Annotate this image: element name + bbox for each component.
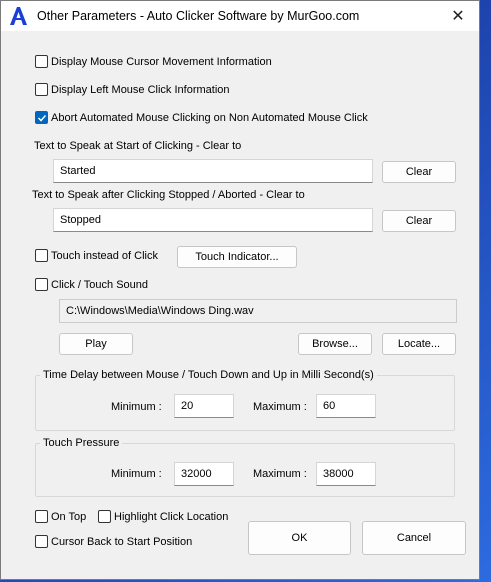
clear-start-button[interactable]: Clear (382, 161, 456, 183)
window-title: Other Parameters - Auto Clicker Software… (37, 9, 360, 23)
checkbox-label: Cursor Back to Start Position (51, 535, 193, 548)
touch-instead-checkbox[interactable]: Touch instead of Click (35, 249, 158, 262)
highlight-click-checkbox[interactable]: Highlight Click Location (98, 510, 228, 523)
on-top-checkbox[interactable]: On Top (35, 510, 86, 523)
delay-max-input[interactable]: 60 (316, 394, 376, 418)
speak-stop-input[interactable]: Stopped (53, 208, 373, 232)
checkbox-box[interactable] (35, 510, 48, 523)
checkbox-box[interactable] (35, 83, 48, 96)
checkbox-box[interactable] (35, 278, 48, 291)
cancel-button[interactable]: Cancel (362, 521, 466, 555)
checkbox-label: Touch instead of Click (51, 249, 158, 262)
checkbox-label: Display Mouse Cursor Movement Informatio… (51, 55, 272, 68)
speak-stop-label: Text to Speak after Clicking Stopped / A… (32, 189, 305, 201)
pressure-min-label: Minimum : (111, 468, 162, 480)
checkmark-icon (37, 114, 46, 122)
touch-indicator-button[interactable]: Touch Indicator... (177, 246, 297, 268)
pressure-max-label: Maximum : (253, 468, 307, 480)
app-logo-icon (10, 7, 27, 25)
checkbox-box[interactable] (35, 535, 48, 548)
touch-pressure-title: Touch Pressure (40, 437, 123, 449)
abort-on-non-automated-checkbox[interactable]: Abort Automated Mouse Clicking on Non Au… (35, 111, 368, 124)
delay-min-input[interactable]: 20 (174, 394, 234, 418)
play-button[interactable]: Play (59, 333, 133, 355)
click-touch-sound-checkbox[interactable]: Click / Touch Sound (35, 278, 148, 291)
close-icon: ✕ (451, 8, 465, 25)
touch-pressure-group (35, 443, 455, 497)
checkbox-label: Abort Automated Mouse Clicking on Non Au… (51, 111, 368, 124)
dialog-window: Other Parameters - Auto Clicker Software… (0, 0, 480, 580)
time-delay-title: Time Delay between Mouse / Touch Down an… (40, 369, 377, 381)
delay-min-label: Minimum : (111, 401, 162, 413)
display-cursor-movement-checkbox[interactable]: Display Mouse Cursor Movement Informatio… (35, 55, 272, 68)
sound-path-field: C:\Windows\Media\Windows Ding.wav (59, 299, 457, 323)
title-bar: Other Parameters - Auto Clicker Software… (1, 1, 479, 31)
pressure-max-input[interactable]: 38000 (316, 462, 376, 486)
checkbox-box[interactable] (35, 249, 48, 262)
checkbox-box-checked[interactable] (35, 111, 48, 124)
checkbox-box[interactable] (98, 510, 111, 523)
time-delay-group (35, 375, 455, 431)
checkbox-box[interactable] (35, 55, 48, 68)
pressure-min-input[interactable]: 32000 (174, 462, 234, 486)
locate-button[interactable]: Locate... (382, 333, 456, 355)
checkbox-label: Highlight Click Location (114, 510, 229, 523)
checkbox-label: Display Left Mouse Click Information (51, 83, 230, 96)
checkbox-label: On Top (51, 510, 87, 523)
ok-button[interactable]: OK (248, 521, 351, 555)
display-left-click-checkbox[interactable]: Display Left Mouse Click Information (35, 83, 230, 96)
checkbox-label: Click / Touch Sound (51, 278, 149, 291)
browse-button[interactable]: Browse... (298, 333, 372, 355)
delay-max-label: Maximum : (253, 401, 307, 413)
cursor-back-checkbox[interactable]: Cursor Back to Start Position (35, 535, 192, 548)
clear-stop-button[interactable]: Clear (382, 210, 456, 232)
close-button[interactable]: ✕ (437, 1, 479, 31)
speak-start-input[interactable]: Started (53, 159, 373, 183)
speak-start-label: Text to Speak at Start of Clicking - Cle… (34, 140, 242, 152)
